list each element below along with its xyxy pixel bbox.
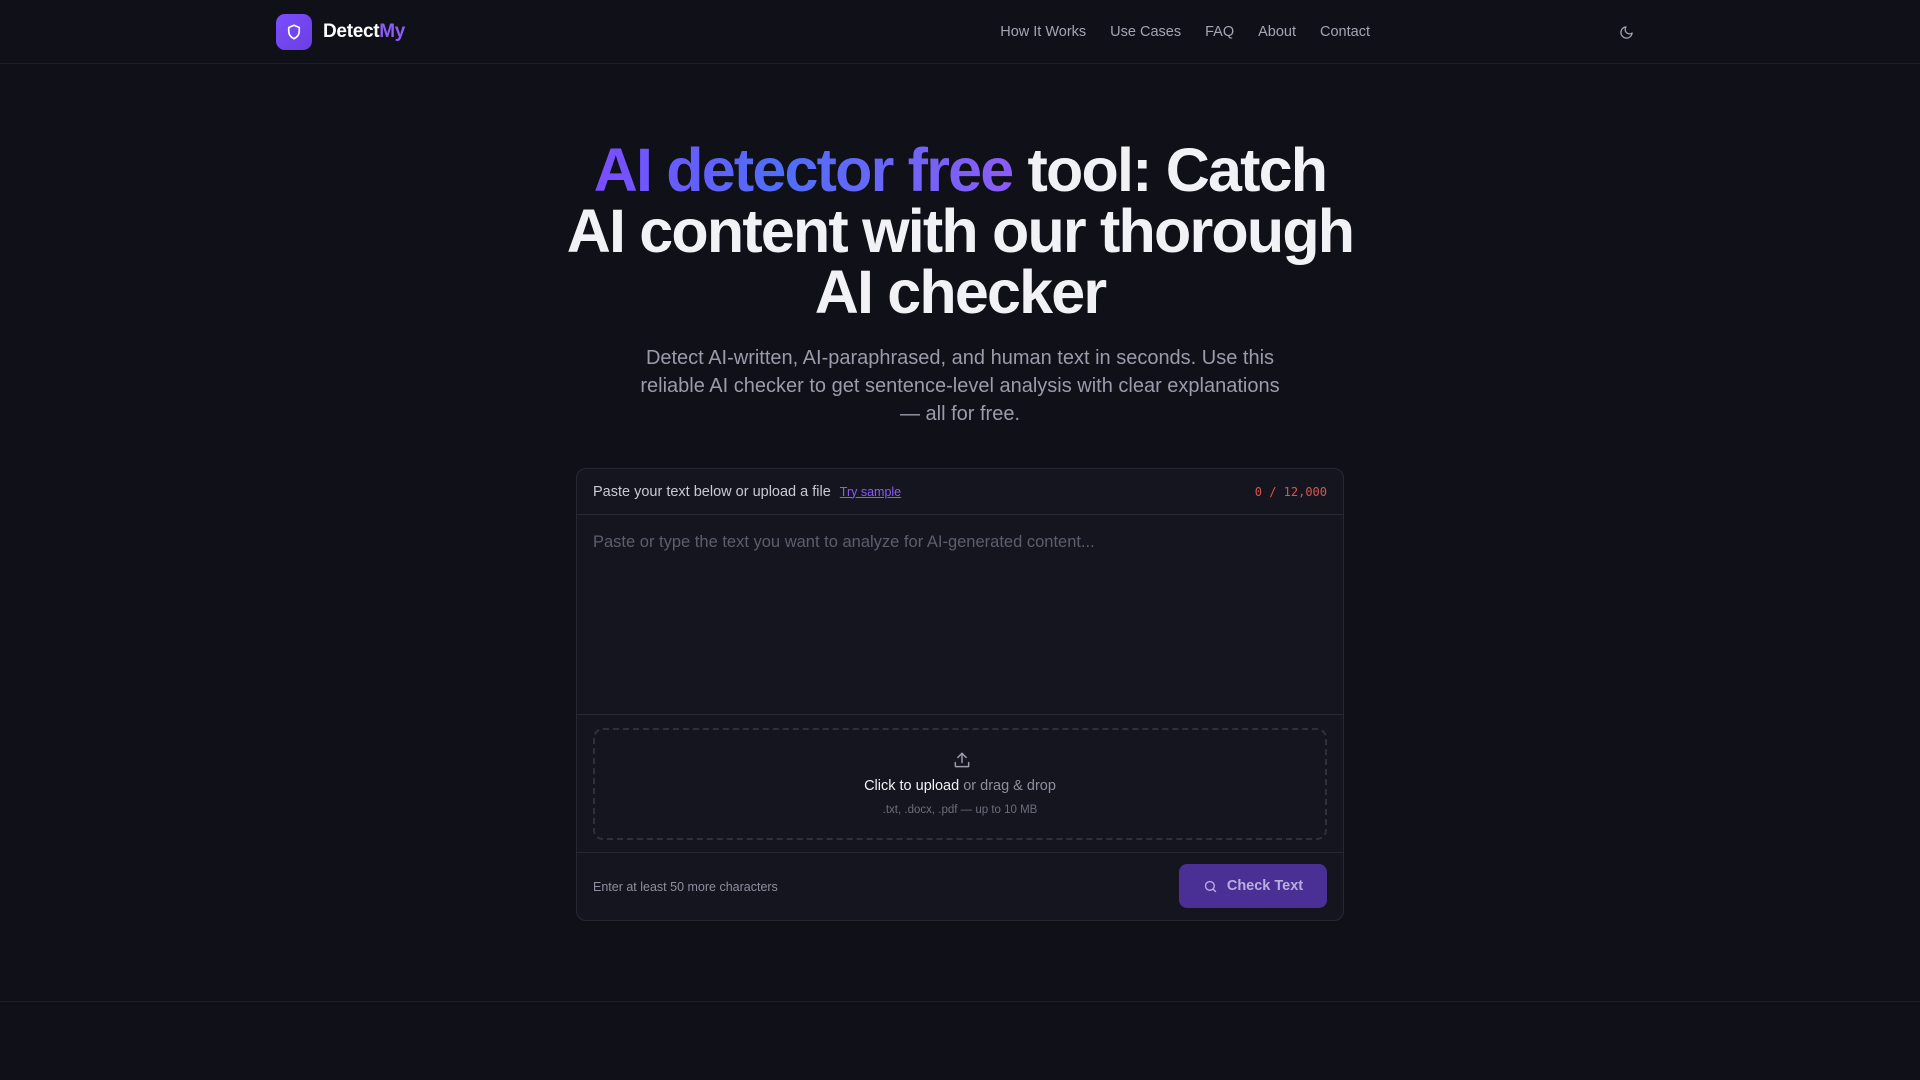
site-header: DetectMy How It Works Use Cases FAQ Abou… bbox=[0, 0, 1920, 64]
nav-link-use-cases[interactable]: Use Cases bbox=[1110, 24, 1181, 40]
drag-drop-text: or drag & drop bbox=[959, 778, 1056, 794]
check-text-label: Check Text bbox=[1226, 878, 1304, 894]
hero-title: AI detector free tool: Catch AI content … bbox=[560, 140, 1360, 323]
main-nav: How It Works Use Cases FAQ About Contact bbox=[1000, 0, 1370, 64]
character-counter: 0 / 12,000 bbox=[1254, 484, 1327, 499]
brand-name: DetectMy bbox=[323, 21, 405, 43]
min-characters-hint: Enter at least 50 more characters bbox=[593, 880, 778, 894]
click-to-upload-text: Click to upload bbox=[864, 778, 960, 794]
nav-link-faq[interactable]: FAQ bbox=[1205, 24, 1234, 40]
brand[interactable]: DetectMy bbox=[276, 14, 405, 50]
shield-icon bbox=[276, 14, 312, 50]
hero-subtitle: Detect AI-written, AI-paraphrased, and h… bbox=[640, 347, 1280, 425]
brand-name-part1: Detect bbox=[323, 21, 380, 42]
upload-icon bbox=[954, 752, 970, 768]
brand-name-part2: My bbox=[379, 21, 406, 42]
section-divider bbox=[0, 1001, 1920, 1002]
check-text-button[interactable]: Check Text bbox=[1179, 864, 1327, 908]
nav-link-contact[interactable]: Contact bbox=[1320, 24, 1370, 40]
input-label: Paste your text below or upload a file bbox=[593, 483, 831, 500]
try-sample-link[interactable]: Try sample bbox=[840, 485, 901, 499]
upload-instruction: Click to upload or drag & drop bbox=[595, 778, 1325, 794]
card-header: Paste your text below or upload a file T… bbox=[577, 469, 1343, 515]
card-footer: Enter at least 50 more characters Check … bbox=[577, 852, 1343, 921]
hero-title-highlight: AI detector free bbox=[593, 136, 1014, 204]
search-icon bbox=[1204, 880, 1217, 892]
moon-icon bbox=[1619, 25, 1633, 39]
detector-card: Paste your text below or upload a file T… bbox=[576, 468, 1344, 921]
nav-link-how-it-works[interactable]: How It Works bbox=[1000, 24, 1086, 40]
theme-toggle-button[interactable] bbox=[1614, 20, 1638, 44]
nav-link-about[interactable]: About bbox=[1258, 24, 1296, 40]
upload-dropzone[interactable]: Click to upload or drag & drop .txt, .do… bbox=[593, 728, 1327, 840]
text-input[interactable] bbox=[577, 515, 1343, 715]
upload-formats: .txt, .docx, .pdf — up to 10 MB bbox=[882, 804, 1038, 816]
